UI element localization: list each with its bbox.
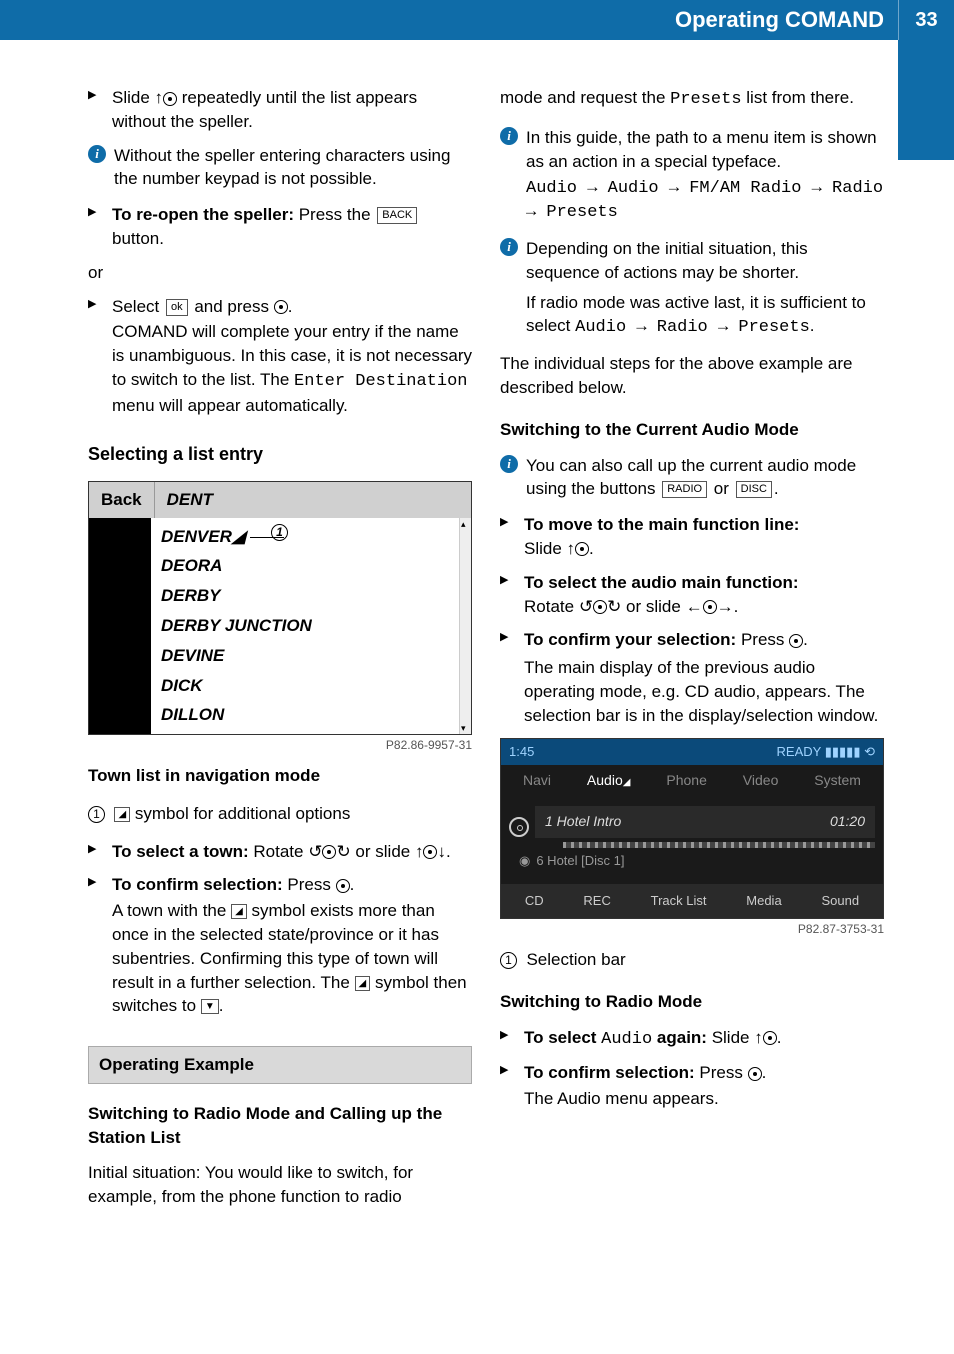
fig1-back: Back: [89, 482, 155, 518]
heading-switch-radio-station: Switching to Radio Mode and Calling up t…: [88, 1102, 472, 1150]
content: Slide ↑ repeatedly until the list appear…: [0, 40, 954, 1263]
disc-key: DISC: [736, 481, 772, 498]
slide-up-icon: ↑: [567, 539, 576, 558]
fig1-scrollbar: [459, 518, 471, 735]
radio-key: RADIO: [662, 481, 707, 498]
more-options-icon: ◢: [231, 904, 247, 919]
side-tab: [898, 40, 954, 160]
step-reopen-speller: To re-open the speller: Press the BACK b…: [88, 203, 472, 251]
info-path-guide: i In this guide, the path to a menu item…: [500, 126, 884, 225]
step-select-audio-again: To select Audio again: Slide ↑.: [500, 1026, 884, 1052]
rotate-icon: ↺: [579, 597, 593, 616]
or-text: or: [88, 261, 472, 285]
figure-audio-display: 1:45 READY ▮▮▮▮▮ ⟲ Navi Audio◢ Phone Vid…: [500, 738, 884, 920]
slide-right-icon: →: [717, 597, 734, 616]
fig2-ready: READY ▮▮▮▮▮ ⟲: [777, 743, 875, 761]
info-icon: i: [88, 145, 106, 163]
initial-situation: Initial situation: You would like to swi…: [88, 1161, 472, 1209]
slide-icon: ↓: [437, 842, 446, 861]
fig1-ref: P82.86-9957-31: [88, 737, 472, 754]
step-confirm-audio: To confirm your selection: Press . The m…: [500, 628, 884, 727]
page-header: Operating COMAND 33: [0, 0, 954, 40]
heading-switch-radio: Switching to Radio Mode: [500, 990, 884, 1014]
controller-icon: [423, 845, 437, 859]
legend-selection-bar: 1 Selection bar: [500, 948, 884, 972]
fig1-title: DENT: [155, 482, 471, 518]
press-icon: [789, 634, 803, 648]
step-select-town: To select a town: Rotate ↺↻ or slide ↑↓.: [88, 840, 472, 864]
page-number: 33: [898, 0, 954, 40]
header-title: Operating COMAND: [675, 5, 898, 36]
info-icon: i: [500, 238, 518, 256]
slide-icon: ↑: [415, 842, 424, 861]
fig2-main-menu: Navi Audio◢ Phone Video System: [501, 765, 883, 797]
info-no-keypad: i Without the speller entering character…: [88, 144, 472, 192]
step-confirm-town: To confirm selection: Press . A town wit…: [88, 873, 472, 1018]
heading-operating-example: Operating Example: [88, 1046, 472, 1084]
step-main-function-line: To move to the main function line: Slide…: [500, 513, 884, 561]
controller-icon: [575, 542, 589, 556]
step-slide-list: Slide ↑ repeatedly until the list appear…: [88, 86, 472, 134]
cont-para: mode and request the Presets list from t…: [500, 86, 884, 112]
callout-1: 1: [271, 524, 288, 541]
fig1-caption: Town list in navigation mode: [88, 764, 472, 788]
fig1-list: DENVER◢ 1 DEORA DERBY DERBY JUNCTION DEV…: [151, 518, 459, 735]
left-column: Slide ↑ repeatedly until the list appear…: [88, 86, 472, 1223]
step-confirm-radio: To confirm selection: Press . The Audio …: [500, 1061, 884, 1111]
rotate-icon: ↻: [607, 597, 621, 616]
rotate-icon: ↻: [336, 842, 350, 861]
ok-key: ok: [166, 299, 188, 316]
press-icon: [336, 879, 350, 893]
figure-town-list: Back DENT DENVER◢ 1 DEORA DERBY DERBY JU…: [88, 481, 472, 735]
heading-switch-audio: Switching to the Current Audio Mode: [500, 418, 884, 442]
step-select-audio-main: To select the audio main function: Rotat…: [500, 571, 884, 619]
controller-icon: [322, 845, 336, 859]
controller-icon: [163, 92, 177, 106]
slide-left-icon: ←: [686, 597, 703, 616]
info-audio-buttons: i You can also call up the current audio…: [500, 454, 884, 502]
press-icon: [748, 1067, 762, 1081]
more-options-icon: ◢: [114, 807, 130, 822]
controller-icon: [763, 1031, 777, 1045]
heading-selecting-list: Selecting a list entry: [88, 442, 472, 467]
slide-up-icon: ↑: [754, 1028, 763, 1047]
info-shorter-seq: i Depending on the initial situation, th…: [500, 237, 884, 340]
more-options-icon: ◢: [355, 976, 371, 991]
progress-bar: [563, 842, 875, 848]
rotate-icon: ↺: [308, 842, 322, 861]
side-label: At a Glance: [948, 170, 954, 302]
menu-path: Audio → Audio → FM/AM Radio → Radio → Pr…: [526, 177, 884, 225]
fig2-bottom-menu: CD REC Track List Media Sound: [501, 884, 883, 918]
info-icon: i: [500, 127, 518, 145]
press-icon: [274, 300, 288, 314]
expanded-icon: ▼: [201, 999, 219, 1014]
right-column: mode and request the Presets list from t…: [500, 86, 884, 1223]
legend-1: 1 ◢ symbol for additional options: [88, 802, 472, 826]
controller-icon: [703, 600, 717, 614]
step-select-ok: Select ok and press . COMAND will comple…: [88, 295, 472, 418]
cd-icon: [509, 817, 529, 837]
fig2-time: 1:45: [509, 743, 534, 761]
controller-icon: [593, 600, 607, 614]
steps-described: The individual steps for the above examp…: [500, 352, 884, 400]
slide-up-icon: ↑: [155, 88, 164, 107]
info-icon: i: [500, 455, 518, 473]
back-key: BACK: [377, 207, 417, 224]
fig1-sidebar: [89, 518, 151, 735]
fig2-ref: P82.87-3753-31: [500, 921, 884, 938]
